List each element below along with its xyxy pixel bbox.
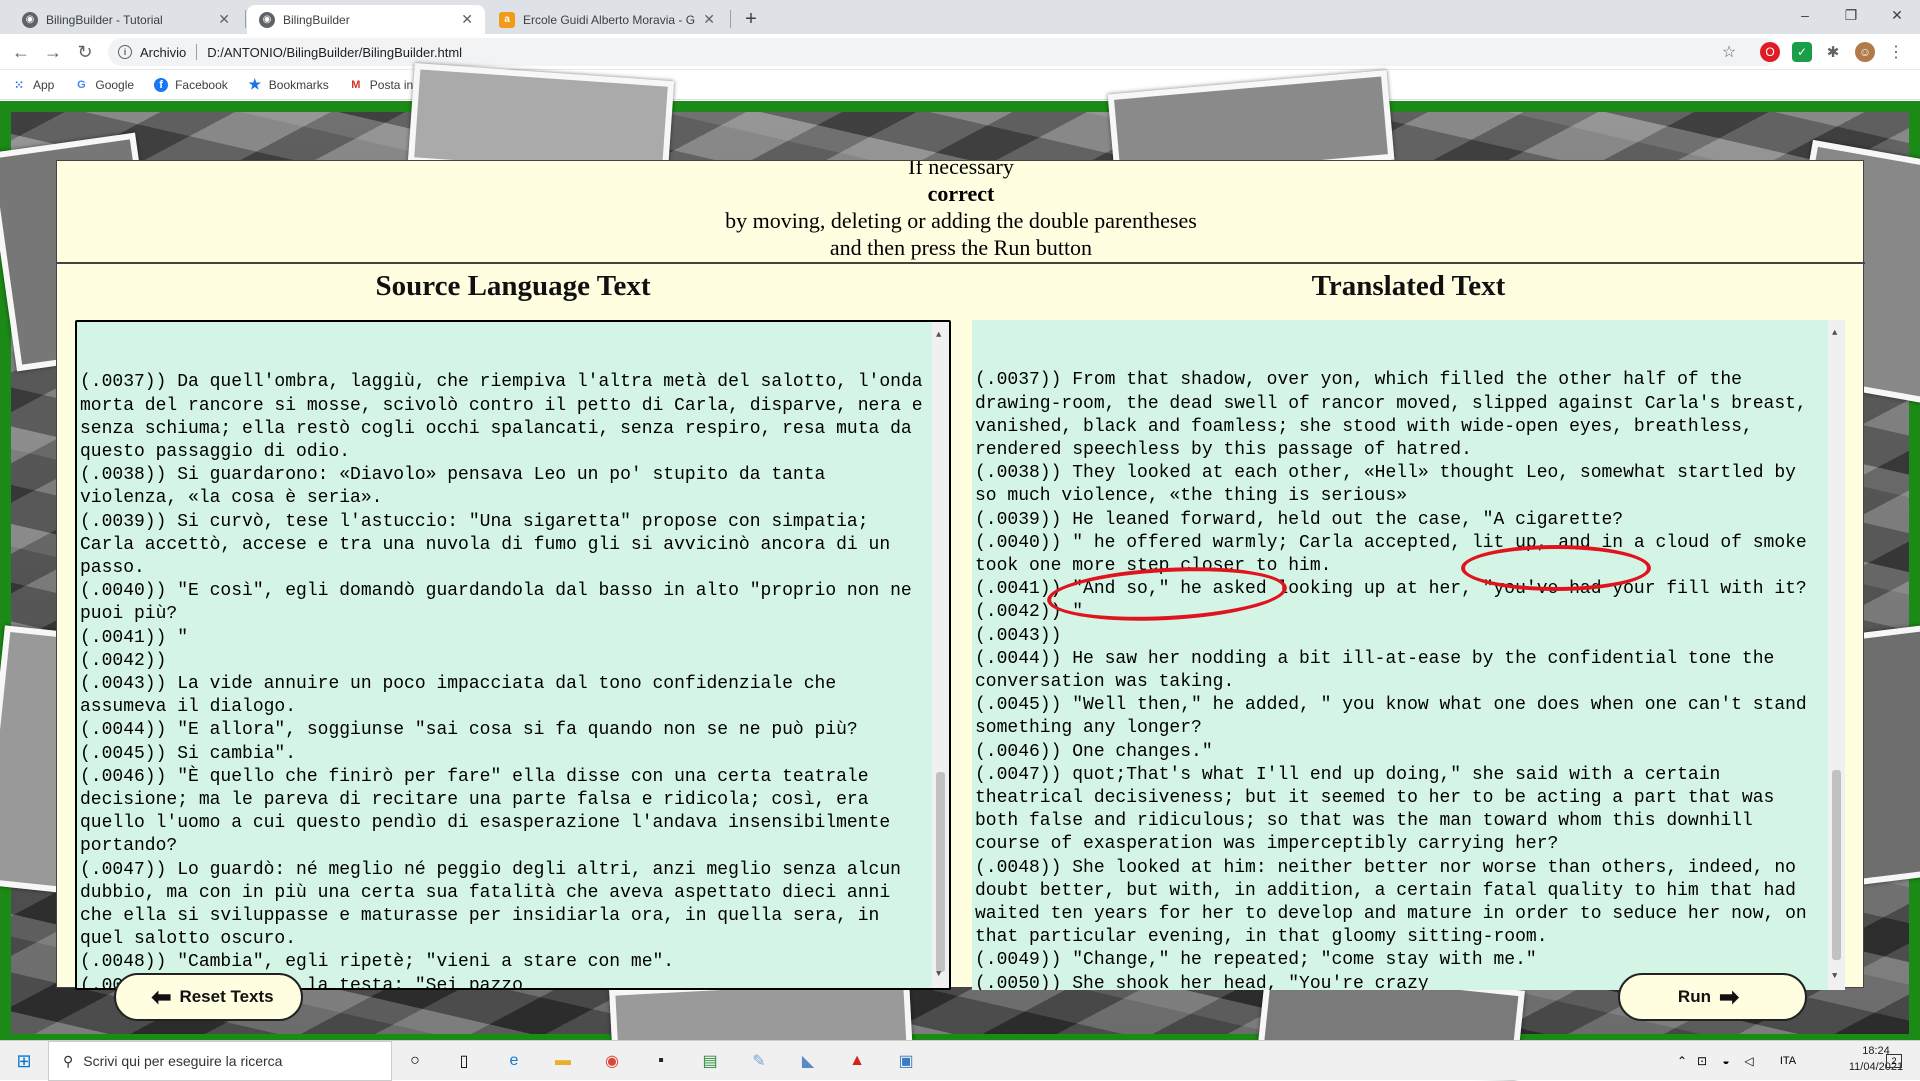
opera-extension-icon[interactable]: O bbox=[1760, 42, 1780, 62]
run-button[interactable]: Run ➡ bbox=[1618, 973, 1807, 1021]
apps-icon: ⁙ bbox=[13, 77, 25, 92]
run-arrow-icon: ➡ bbox=[1718, 983, 1740, 1011]
paint-icon[interactable]: ✎ bbox=[745, 1047, 773, 1075]
windows-taskbar: ⊞ ⚲ Scrivi qui per eseguire la ricerca ○… bbox=[0, 1040, 1920, 1081]
target-heading: Translated Text bbox=[1311, 270, 1506, 302]
address-bar[interactable]: i Archivio D:/ANTONIO/BilingBuilder/Bili… bbox=[108, 38, 1778, 66]
extensions-icon[interactable]: ✱ bbox=[1823, 42, 1843, 62]
bookmark-google[interactable]: G Google bbox=[74, 78, 134, 92]
volume-icon[interactable]: ◁ bbox=[1735, 1047, 1763, 1075]
bookmark-facebook[interactable]: f Facebook bbox=[154, 77, 228, 92]
forward-icon[interactable]: → bbox=[40, 39, 66, 65]
page-frame: If necessary correct by moving, deleting… bbox=[0, 63, 1920, 1081]
browser-tab-bar: ◉ BilingBuilder - Tutorial ✕ ◉ BilingBui… bbox=[0, 0, 1920, 34]
photos-icon[interactable]: ▣ bbox=[892, 1047, 920, 1075]
tab-title: BilingBuilder bbox=[283, 12, 350, 27]
highlight-ring-cigarette bbox=[1461, 545, 1651, 591]
windows-start-icon[interactable]: ⊞ bbox=[10, 1047, 38, 1075]
address-prefix: Archivio bbox=[140, 44, 187, 60]
app-icon[interactable]: ◣ bbox=[794, 1047, 822, 1075]
reset-texts-button[interactable]: ⬅ Reset Texts bbox=[114, 973, 303, 1021]
tab-title: Ercole Guidi Alberto Moravia - G bbox=[523, 12, 696, 27]
language-indicator[interactable]: ITA bbox=[1768, 1047, 1808, 1075]
avatar[interactable]: ☺ bbox=[1855, 42, 1875, 62]
gmail-icon: M bbox=[351, 78, 361, 91]
menu-icon[interactable]: ⋮ bbox=[1886, 42, 1906, 62]
tab-bilingbuilder[interactable]: ◉ BilingBuilder ✕ bbox=[247, 5, 485, 34]
instruction-line: If necessary bbox=[908, 161, 1014, 179]
translated-scrollbar[interactable]: ▲ ▼ bbox=[1828, 320, 1845, 990]
pdf-icon[interactable]: ▲ bbox=[843, 1047, 871, 1075]
close-tab-icon[interactable]: ✕ bbox=[218, 11, 230, 28]
bookmark-bookmarks[interactable]: ★ Bookmarks bbox=[248, 76, 328, 92]
instruction-emphasis: correct bbox=[927, 181, 995, 206]
search-icon: ⚲ bbox=[63, 1052, 74, 1069]
bookmark-apps[interactable]: ⁙ App bbox=[12, 78, 54, 92]
translated-textarea[interactable]: (.0037)) From that shadow, over yon, whi… bbox=[972, 320, 1845, 990]
task-view-icon[interactable]: ▯ bbox=[450, 1047, 478, 1075]
terminal-icon[interactable]: ▪ bbox=[647, 1047, 675, 1075]
source-heading: Source Language Text bbox=[375, 270, 651, 302]
tab-tutorial[interactable]: ◉ BilingBuilder - Tutorial ✕ bbox=[10, 5, 242, 34]
notifications-icon[interactable]: 2 bbox=[1880, 1047, 1908, 1075]
close-tab-icon[interactable]: ✕ bbox=[461, 11, 473, 28]
close-window-button[interactable]: ✕ bbox=[1874, 0, 1920, 30]
cortana-icon[interactable]: ○ bbox=[401, 1047, 429, 1075]
edge-icon[interactable]: e bbox=[500, 1047, 528, 1075]
bookmarks-bar: ⁙ App G Google f Facebook ★ Bookmarks M … bbox=[0, 70, 1920, 100]
chrome-favicon: ◉ bbox=[22, 11, 38, 28]
instruction-line: and then press the Run button bbox=[829, 235, 1093, 260]
minimize-button[interactable]: – bbox=[1782, 0, 1828, 30]
address-url: D:/ANTONIO/BilingBuilder/BilingBuilder.h… bbox=[207, 44, 463, 60]
tab-title: BilingBuilder - Tutorial bbox=[46, 12, 163, 27]
info-icon[interactable]: i bbox=[118, 45, 132, 59]
star-icon[interactable]: ☆ bbox=[1716, 39, 1742, 65]
search-placeholder: Scrivi qui per eseguire la ricerca bbox=[83, 1053, 283, 1069]
amazon-favicon: a bbox=[499, 11, 515, 28]
browser-toolbar: ← → ↻ i Archivio D:/ANTONIO/BilingBuilde… bbox=[0, 34, 1920, 70]
restore-button[interactable]: ❐ bbox=[1828, 0, 1874, 30]
close-tab-icon[interactable]: ✕ bbox=[703, 11, 715, 28]
source-text-content: (.0037)) Da quell'ombra, laggiù, che rie… bbox=[80, 372, 923, 990]
tab-moravia[interactable]: a Ercole Guidi Alberto Moravia - G ✕ bbox=[487, 5, 727, 34]
reload-icon[interactable]: ↻ bbox=[72, 39, 98, 65]
editor-icon[interactable]: ▤ bbox=[696, 1047, 724, 1075]
reset-arrow-icon: ⬅ bbox=[151, 983, 172, 1011]
bookmark-star-icon: ★ bbox=[248, 76, 262, 92]
taskbar-search-input[interactable]: ⚲ Scrivi qui per eseguire la ricerca bbox=[48, 1041, 392, 1081]
chrome-icon[interactable]: ◉ bbox=[598, 1047, 626, 1075]
google-icon: G bbox=[77, 78, 86, 91]
shield-extension-icon[interactable]: ✓ bbox=[1792, 42, 1812, 62]
translated-text-content: (.0037)) From that shadow, over yon, whi… bbox=[975, 370, 1807, 990]
source-scrollbar[interactable]: ▲ ▼ bbox=[932, 322, 949, 988]
chrome-favicon: ◉ bbox=[259, 11, 275, 28]
instruction-line: by moving, deleting or adding the double… bbox=[725, 208, 1197, 233]
new-tab-button[interactable]: + bbox=[737, 5, 765, 33]
back-icon[interactable]: ← bbox=[8, 39, 34, 65]
source-textarea[interactable]: (.0037)) Da quell'ombra, laggiù, che rie… bbox=[75, 320, 951, 990]
app-panel: If necessary correct by moving, deleting… bbox=[56, 160, 1865, 990]
facebook-icon: f bbox=[154, 77, 169, 92]
file-explorer-icon[interactable]: ▬ bbox=[549, 1047, 577, 1075]
instructions: If necessary correct by moving, deleting… bbox=[57, 161, 1865, 264]
